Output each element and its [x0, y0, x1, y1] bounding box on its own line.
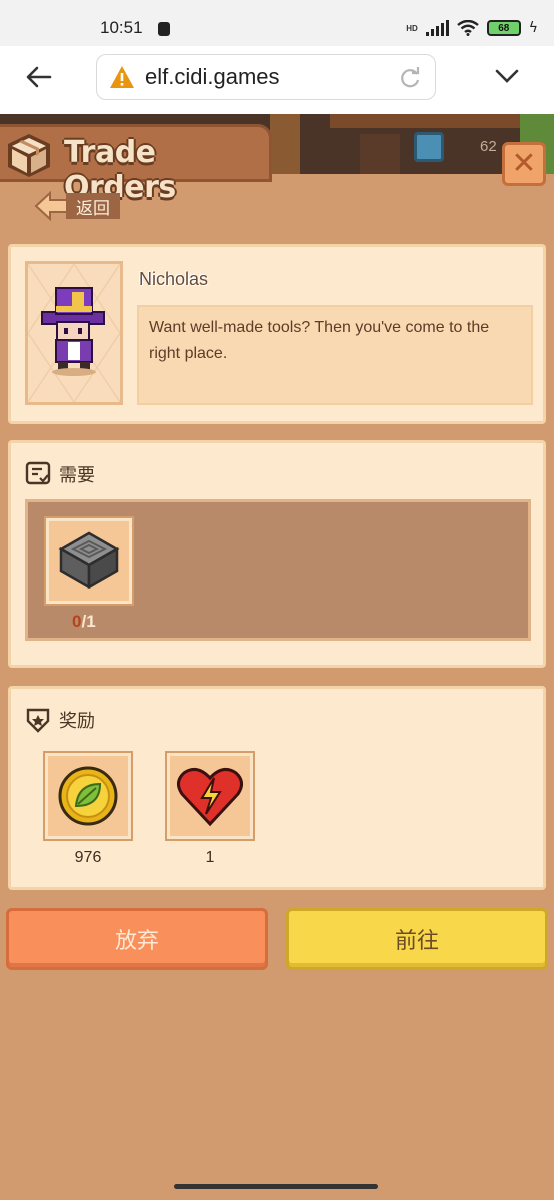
- signal-icon: [425, 20, 449, 36]
- home-indicator[interactable]: [174, 1184, 378, 1189]
- browser-toolbar: elf.cidi.games: [0, 46, 554, 114]
- reward-slot-coin[interactable]: [43, 751, 133, 841]
- address-bar[interactable]: elf.cidi.games: [96, 54, 436, 100]
- hud-coin-count: 62: [480, 138, 497, 155]
- leaf-coin-icon[interactable]: [48, 756, 128, 836]
- required-item-total: /1: [81, 612, 96, 631]
- rewards-label: 奖励: [59, 711, 95, 732]
- status-bar: 10:51 HD 68 ϟ: [0, 0, 554, 46]
- box-icon: [8, 134, 50, 177]
- requirements-label: 需要: [59, 465, 95, 486]
- rewards-panel: 奖励 976 1: [8, 686, 546, 890]
- warning-icon[interactable]: [109, 65, 135, 89]
- url-text[interactable]: elf.cidi.games: [145, 64, 280, 90]
- reward-energy-value: 1: [205, 849, 215, 866]
- status-icons: HD 68 ϟ: [406, 20, 538, 36]
- npc-portrait: [25, 261, 123, 405]
- rewards-header: 奖励: [25, 707, 95, 733]
- back-button-label[interactable]: 返回: [66, 193, 120, 219]
- required-item-slot[interactable]: [44, 516, 134, 606]
- title-tab: Trade Orders: [0, 124, 272, 205]
- reward-slot-energy[interactable]: [165, 751, 255, 841]
- npc-name: Nicholas: [139, 269, 209, 289]
- browser-back-icon[interactable]: [22, 60, 56, 94]
- required-item-count: 0/1: [72, 612, 96, 632]
- reward-coin-value: 976: [74, 849, 102, 866]
- wifi-icon: [457, 20, 479, 36]
- back-button[interactable]: 返回: [34, 190, 120, 222]
- close-button[interactable]: ✕: [502, 142, 546, 186]
- energy-heart-icon[interactable]: [170, 756, 250, 836]
- requirements-panel: 需要 0/1: [8, 440, 546, 668]
- npc-dialog: Want well-made tools? Then you've come t…: [137, 305, 533, 405]
- charging-bolt-icon: ϟ: [528, 20, 538, 36]
- hd-icon: HD: [406, 23, 418, 33]
- stone-block-icon[interactable]: [49, 521, 129, 601]
- abandon-button[interactable]: 放弃: [6, 908, 268, 970]
- gem-icon: [414, 132, 444, 162]
- requirements-header: 需要: [25, 461, 95, 487]
- checklist-icon: [25, 461, 51, 485]
- chevron-down-icon[interactable]: [494, 66, 520, 86]
- npc-panel: Nicholas Want well-made tools? Then you'…: [8, 244, 546, 424]
- requirements-area: 0/1: [25, 499, 531, 641]
- back-arrow-icon[interactable]: [34, 191, 70, 221]
- close-icon[interactable]: ✕: [511, 149, 536, 179]
- reload-icon[interactable]: [397, 65, 423, 91]
- goto-button[interactable]: 前往: [286, 908, 548, 970]
- notification-icon: [158, 22, 170, 36]
- status-time: 10:51: [100, 18, 143, 37]
- npc-avatar-icon: [28, 264, 120, 402]
- badge-icon: [26, 708, 50, 733]
- battery-icon: 68: [486, 20, 521, 36]
